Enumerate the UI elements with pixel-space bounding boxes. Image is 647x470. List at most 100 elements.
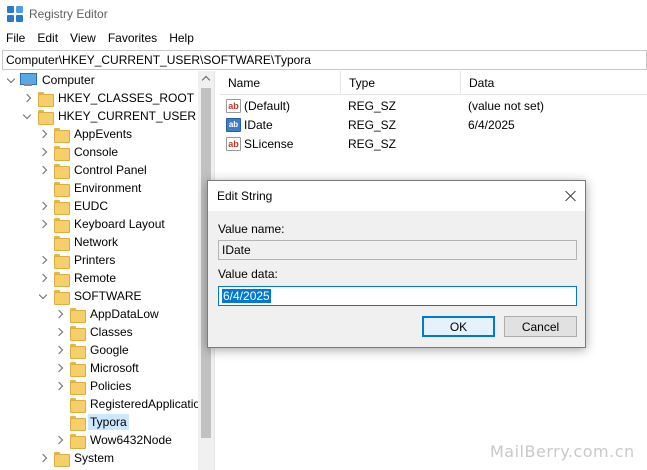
menu-favorites[interactable]: Favorites bbox=[108, 31, 163, 45]
edit-string-dialog: Edit String Value name: IDate Value data… bbox=[207, 180, 586, 348]
folder-icon bbox=[70, 379, 86, 395]
tree-item-printers[interactable]: Printers bbox=[38, 251, 117, 269]
folder-icon bbox=[54, 163, 70, 179]
chevron-down-icon[interactable] bbox=[6, 75, 16, 85]
chevron-right-icon[interactable] bbox=[38, 129, 48, 139]
tree-item-label: Control Panel bbox=[74, 163, 147, 177]
chevron-right-icon[interactable] bbox=[54, 381, 64, 391]
chevron-right-icon[interactable] bbox=[38, 255, 48, 265]
tree-item-label: RegisteredApplicatio bbox=[90, 397, 201, 411]
close-icon[interactable] bbox=[563, 188, 579, 204]
value-name: (Default) bbox=[244, 98, 291, 113]
cancel-button[interactable]: Cancel bbox=[504, 316, 577, 337]
value-data-input[interactable]: 6/4/2025 bbox=[218, 286, 577, 306]
column-header-type[interactable]: Type bbox=[341, 71, 461, 95]
tree-item-environment[interactable]: Environment bbox=[38, 179, 143, 197]
window-title: Registry Editor bbox=[29, 7, 108, 21]
dialog-title-bar: Edit String bbox=[208, 181, 585, 211]
tree-item-label: Keyboard Layout bbox=[74, 217, 165, 231]
value-name-label: Value name: bbox=[218, 222, 285, 236]
tree-item-keyboard-layout[interactable]: Keyboard Layout bbox=[38, 215, 167, 233]
tree-item-remote[interactable]: Remote bbox=[38, 269, 118, 287]
tree-item-label: Microsoft bbox=[90, 361, 139, 375]
folder-icon bbox=[54, 253, 70, 269]
tree-item-label: Computer bbox=[42, 73, 95, 87]
folder-icon bbox=[54, 235, 70, 251]
tree-item-appdatalow[interactable]: AppDataLow bbox=[54, 305, 161, 323]
chevron-right-icon[interactable] bbox=[38, 147, 48, 157]
menu-edit[interactable]: Edit bbox=[37, 31, 64, 45]
value-data: (value not set) bbox=[468, 98, 545, 113]
tree-item-system[interactable]: System bbox=[38, 449, 116, 467]
folder-icon bbox=[54, 271, 70, 287]
folder-icon bbox=[54, 199, 70, 215]
list-row-idate[interactable]: ab IDate REG_SZ 6/4/2025 bbox=[220, 115, 647, 134]
tree-item-console[interactable]: Console bbox=[38, 143, 120, 161]
list-row-default[interactable]: ab (Default) REG_SZ (value not set) bbox=[220, 96, 647, 115]
tree-item-registeredapplications[interactable]: RegisteredApplicatio bbox=[54, 395, 202, 413]
folder-icon bbox=[54, 127, 70, 143]
chevron-right-icon[interactable] bbox=[54, 309, 64, 319]
tree-item-hkey-current-user[interactable]: HKEY_CURRENT_USER bbox=[22, 107, 198, 125]
tree-item-label: Classes bbox=[90, 325, 133, 339]
folder-icon bbox=[38, 91, 54, 107]
tree-item-policies[interactable]: Policies bbox=[54, 377, 133, 395]
value-type: REG_SZ bbox=[348, 98, 397, 113]
tree-item-label: AppEvents bbox=[74, 127, 133, 141]
tree-item-label: Printers bbox=[74, 253, 116, 267]
column-header-data[interactable]: Data bbox=[461, 71, 647, 95]
value-data-label: Value data: bbox=[218, 267, 278, 281]
column-header-name[interactable]: Name bbox=[220, 71, 341, 95]
scroll-up-arrow-icon[interactable] bbox=[198, 71, 214, 87]
chevron-right-icon[interactable] bbox=[54, 435, 64, 445]
menu-help[interactable]: Help bbox=[169, 31, 200, 45]
folder-icon bbox=[70, 433, 86, 449]
tree-item-eudc[interactable]: EUDC bbox=[38, 197, 110, 215]
tree-item-label: Typora bbox=[88, 414, 129, 430]
value-name: IDate bbox=[244, 117, 273, 132]
menu-view[interactable]: View bbox=[70, 31, 102, 45]
ok-button[interactable]: OK bbox=[422, 316, 495, 337]
chevron-down-icon[interactable] bbox=[38, 291, 48, 301]
chevron-right-icon[interactable] bbox=[38, 219, 48, 229]
binary-value-icon: ab bbox=[226, 117, 241, 132]
list-row-slicense[interactable]: ab SLicense REG_SZ bbox=[220, 134, 647, 153]
chevron-right-icon[interactable] bbox=[54, 327, 64, 337]
address-path: Computer\HKEY_CURRENT_USER\SOFTWARE\Typo… bbox=[6, 53, 311, 67]
chevron-right-icon[interactable] bbox=[38, 165, 48, 175]
folder-icon bbox=[70, 325, 86, 341]
tree-item-hkey-classes-root[interactable]: HKEY_CLASSES_ROOT bbox=[22, 89, 196, 107]
tree-item-wow6432node[interactable]: Wow6432Node bbox=[54, 431, 174, 449]
value-type: REG_SZ bbox=[348, 136, 397, 151]
tree-item-appevents[interactable]: AppEvents bbox=[38, 125, 134, 143]
chevron-right-icon[interactable] bbox=[22, 93, 32, 103]
tree-item-typora[interactable]: Typora bbox=[54, 413, 129, 431]
folder-icon bbox=[70, 415, 86, 431]
tree-item-software[interactable]: SOFTWARE bbox=[38, 287, 144, 305]
chevron-down-icon[interactable] bbox=[22, 111, 32, 121]
tree-item-label: Google bbox=[90, 343, 129, 357]
folder-icon bbox=[70, 361, 86, 377]
tree-item-control-panel[interactable]: Control Panel bbox=[38, 161, 149, 179]
tree-item-network[interactable]: Network bbox=[38, 233, 120, 251]
tree-item-classes[interactable]: Classes bbox=[54, 323, 135, 341]
chevron-right-icon[interactable] bbox=[54, 363, 64, 373]
tree-item-label: Environment bbox=[74, 181, 142, 195]
chevron-right-icon[interactable] bbox=[38, 273, 48, 283]
tree-item-google[interactable]: Google bbox=[54, 341, 131, 359]
tree-item-label: Wow6432Node bbox=[90, 433, 172, 447]
tree-item-label: Remote bbox=[74, 271, 117, 285]
folder-icon bbox=[54, 217, 70, 233]
chevron-right-icon[interactable] bbox=[54, 345, 64, 355]
tree-item-computer[interactable]: Computer bbox=[6, 71, 97, 89]
title-bar: Registry Editor bbox=[0, 0, 647, 28]
menu-file[interactable]: File bbox=[6, 31, 31, 45]
chevron-right-icon[interactable] bbox=[38, 453, 48, 463]
tree-item-label: Network bbox=[74, 235, 119, 249]
value-name-field: IDate bbox=[218, 240, 577, 260]
registry-tree: Computer HKEY_CLASSES_ROOT HKEY_CURRENT_… bbox=[0, 71, 214, 470]
value-name-text: IDate bbox=[222, 243, 251, 257]
address-bar[interactable]: Computer\HKEY_CURRENT_USER\SOFTWARE\Typo… bbox=[2, 50, 647, 70]
tree-item-microsoft[interactable]: Microsoft bbox=[54, 359, 141, 377]
chevron-right-icon[interactable] bbox=[38, 201, 48, 211]
